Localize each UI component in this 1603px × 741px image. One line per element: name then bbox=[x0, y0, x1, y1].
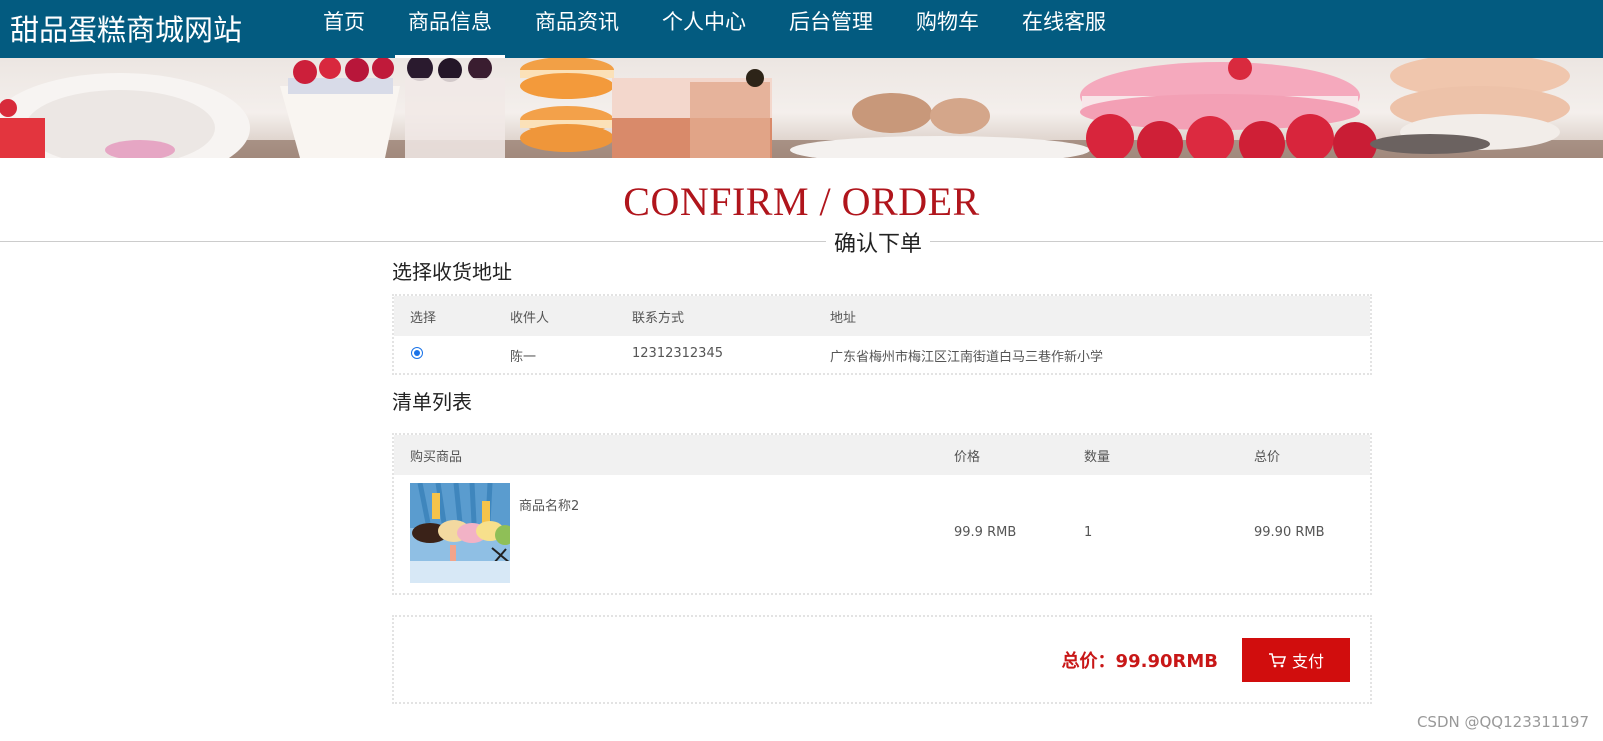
nav-item-admin[interactable]: 后台管理 bbox=[776, 0, 886, 58]
top-nav-bar: 甜品蛋糕商城网站 首页 商品信息 商品资讯 个人中心 后台管理 购物车 在线客服 bbox=[0, 0, 1603, 58]
order-list-table: 购买商品 价格 数量 总价 商品名称2 99.9 RMB 1 99.90 RMB bbox=[392, 433, 1372, 595]
column-header-recipient: 收件人 bbox=[510, 311, 550, 326]
list-section-title: 清单列表 bbox=[392, 390, 472, 414]
pay-button[interactable]: 支付 bbox=[1242, 638, 1350, 682]
column-header-address: 地址 bbox=[830, 311, 857, 326]
column-header-price: 价格 bbox=[954, 450, 981, 465]
page-title-english: CONFIRM / ORDER bbox=[623, 179, 980, 224]
order-total: 总价：99.90RMB bbox=[1061, 651, 1218, 672]
dessert-banner bbox=[0, 58, 1603, 158]
pay-button-label: 支付 bbox=[1291, 652, 1324, 671]
banner-illustration bbox=[0, 58, 1603, 158]
nav-item-products[interactable]: 商品信息 bbox=[395, 0, 505, 58]
recipient-address: 广东省梅州市梅江区江南街道白马三巷作新小学 bbox=[830, 350, 1104, 365]
column-header-quantity: 数量 bbox=[1084, 450, 1111, 465]
recipient-phone: 12312312345 bbox=[632, 346, 723, 361]
address-table-header: 选择 收件人 联系方式 地址 bbox=[394, 296, 1370, 336]
table-row: 商品名称2 99.9 RMB 1 99.90 RMB bbox=[394, 475, 1370, 593]
table-row: 陈一 12312312345 广东省梅州市梅江区江南街道白马三巷作新小学 bbox=[394, 336, 1370, 373]
order-table-header: 购买商品 价格 数量 总价 bbox=[394, 435, 1370, 475]
payment-box: 总价：99.90RMB 支付 bbox=[392, 615, 1372, 704]
product-quantity: 1 bbox=[1084, 525, 1093, 540]
nav-item-news[interactable]: 商品资讯 bbox=[522, 0, 632, 58]
column-header-select: 选择 bbox=[410, 311, 437, 326]
address-radio[interactable] bbox=[411, 347, 423, 359]
heading-divider bbox=[0, 241, 1603, 242]
address-section-title: 选择收货地址 bbox=[392, 260, 512, 284]
column-header-subtotal: 总价 bbox=[1254, 450, 1281, 465]
site-title[interactable]: 甜品蛋糕商城网站 bbox=[10, 7, 242, 49]
product-name[interactable]: 商品名称2 bbox=[519, 495, 579, 514]
nav-item-profile[interactable]: 个人中心 bbox=[649, 0, 759, 58]
nav-item-home[interactable]: 首页 bbox=[310, 0, 378, 58]
nav-item-cart[interactable]: 购物车 bbox=[903, 0, 992, 58]
column-header-product: 购买商品 bbox=[410, 450, 463, 465]
main-nav: 首页 商品信息 商品资讯 个人中心 后台管理 购物车 在线客服 bbox=[310, 0, 1136, 58]
page-title-chinese: 确认下单 bbox=[826, 226, 931, 258]
column-header-phone: 联系方式 bbox=[632, 311, 685, 326]
nav-item-support[interactable]: 在线客服 bbox=[1009, 0, 1119, 58]
address-table: 选择 收件人 联系方式 地址 陈一 12312312345 广东省梅州市梅江区江… bbox=[392, 294, 1372, 375]
watermark-text: CSDN @QQ123311197 bbox=[1416, 713, 1589, 731]
product-price: 99.9 RMB bbox=[954, 525, 1017, 540]
cart-icon bbox=[1268, 653, 1286, 668]
product-image[interactable] bbox=[410, 483, 510, 583]
recipient-name: 陈一 bbox=[510, 350, 537, 365]
product-subtotal: 99.90 RMB bbox=[1254, 525, 1325, 540]
